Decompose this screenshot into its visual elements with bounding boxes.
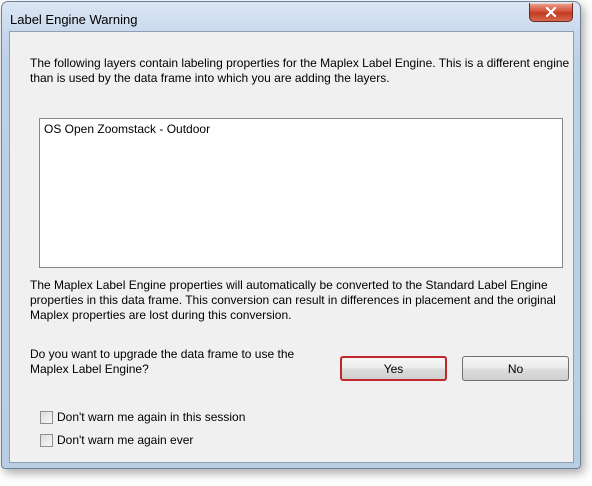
close-icon xyxy=(545,7,557,17)
dialog-window: Label Engine Warning The following layer… xyxy=(1,1,581,469)
upgrade-question: Do you want to upgrade the data frame to… xyxy=(30,347,295,376)
title-bar[interactable]: Label Engine Warning xyxy=(2,2,580,32)
window-title: Label Engine Warning xyxy=(10,12,138,27)
conversion-message: The Maplex Label Engine properties will … xyxy=(30,278,556,322)
close-button[interactable] xyxy=(529,3,573,22)
intro-message: The following layers contain labeling pr… xyxy=(30,56,570,85)
warn-session-checkbox[interactable] xyxy=(40,410,53,424)
dialog-body: The following layers contain labeling pr… xyxy=(9,31,574,463)
warn-ever-checkbox[interactable] xyxy=(40,433,53,447)
warn-session-option[interactable]: Don't warn me again in this session xyxy=(40,410,245,424)
yes-button[interactable]: Yes xyxy=(340,356,447,381)
list-item[interactable]: OS Open Zoomstack - Outdoor xyxy=(44,122,210,136)
warn-session-label: Don't warn me again in this session xyxy=(57,410,246,424)
no-button[interactable]: No xyxy=(462,356,569,381)
warn-ever-label: Don't warn me again ever xyxy=(57,433,194,447)
layers-listbox[interactable]: OS Open Zoomstack - Outdoor xyxy=(39,118,563,268)
warn-ever-option[interactable]: Don't warn me again ever xyxy=(40,433,193,447)
